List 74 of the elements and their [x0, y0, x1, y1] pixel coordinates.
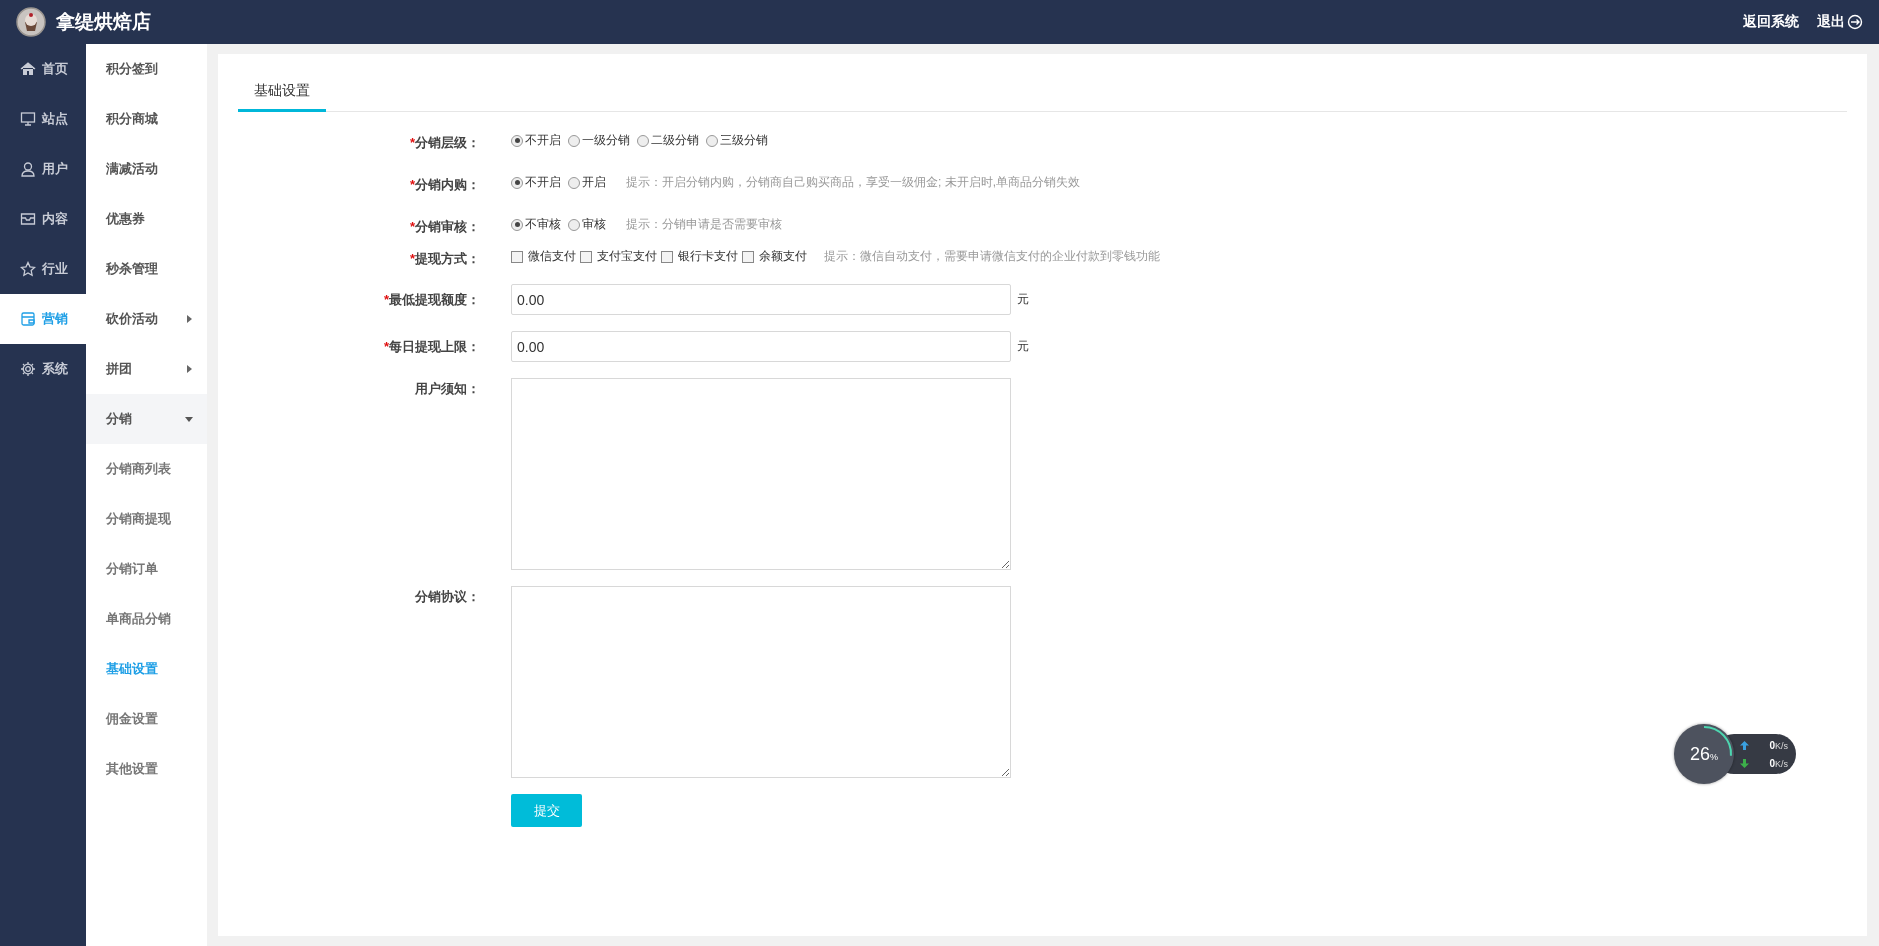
field-label: 分销协议： [415, 589, 480, 604]
main-nav-item[interactable]: 行业 [0, 244, 86, 294]
radio-option[interactable]: 一级分销 [568, 132, 630, 149]
sub-nav-item[interactable]: 满减活动 [86, 144, 207, 194]
sub-nav-item[interactable]: 分销商提现 [86, 494, 207, 544]
radio-option[interactable]: 不开启 [511, 174, 561, 191]
monitor-icon [20, 111, 36, 127]
cupcake-logo-icon [16, 7, 46, 37]
download-speed: 0K/s [1769, 757, 1788, 769]
sub-nav-item[interactable]: 分销订单 [86, 544, 207, 594]
star-icon [20, 261, 36, 277]
gear-icon [20, 361, 36, 377]
required-mark: * [383, 339, 389, 354]
required-mark: * [409, 135, 415, 150]
hint-text: 提示：开启分销内购，分销商自己购买商品，享受一级佣金; 未开启时,单商品分销失效 [626, 174, 1080, 191]
field-label: 分销内购： [415, 177, 480, 192]
main-nav-item[interactable]: 首页 [0, 44, 86, 94]
sub-nav-item[interactable]: 秒杀管理 [86, 244, 207, 294]
checkbox-option[interactable]: 银行卡支付 [661, 248, 738, 265]
upload-arrow-icon [1740, 740, 1749, 750]
sub-nav-item[interactable]: 砍价活动 [86, 294, 207, 344]
hint-text: 提示：分销申请是否需要审核 [626, 216, 782, 233]
text-field[interactable]: 0.00 [511, 284, 1011, 315]
sub-nav-item[interactable]: 分销商列表 [86, 444, 207, 494]
radio-option[interactable]: 审核 [568, 216, 606, 233]
inbox-icon [20, 211, 36, 227]
main-nav-item[interactable]: 系统 [0, 344, 86, 394]
tab[interactable]: 基础设置 [238, 74, 326, 112]
radio-option[interactable]: 不审核 [511, 216, 561, 233]
sub-nav-item[interactable]: 单商品分销 [86, 594, 207, 644]
field-label: 每日提现上限： [389, 339, 480, 354]
sub-nav-item[interactable]: 积分商城 [86, 94, 207, 144]
text-field[interactable]: 0.00 [511, 331, 1011, 362]
required-mark: * [383, 292, 389, 307]
back-link[interactable]: 返回系统 [1743, 13, 1799, 31]
checkbox-option[interactable]: 支付宝支付 [580, 248, 657, 265]
sub-nav-item[interactable]: 佣金设置 [86, 694, 207, 744]
hint-text: 提示：微信自动支付，需要申请微信支付的企业付款到零钱功能 [824, 248, 1160, 265]
checkbox-option[interactable]: 余额支付 [742, 248, 807, 265]
required-mark: * [409, 177, 415, 192]
sub-nav-item[interactable]: 积分签到 [86, 44, 207, 94]
sub-nav-item[interactable]: 分销 [86, 394, 207, 444]
percent-reading: 26% [1689, 743, 1718, 765]
field-label: 提现方式： [415, 251, 480, 266]
home-icon [20, 61, 36, 77]
radio-option[interactable]: 开启 [568, 174, 606, 191]
main-nav-item[interactable]: 用户 [0, 144, 86, 194]
wallet-icon [20, 311, 36, 327]
checkbox-option[interactable]: 微信支付 [511, 248, 576, 265]
radio-option[interactable]: 三级分销 [706, 132, 768, 149]
logout-link[interactable]: 退出 [1817, 13, 1863, 31]
required-mark: * [409, 251, 415, 266]
field-label: 分销审核： [415, 219, 480, 234]
sub-nav-item[interactable]: 优惠券 [86, 194, 207, 244]
field-label: 用户须知： [415, 381, 480, 396]
radio-option[interactable]: 二级分销 [637, 132, 699, 149]
download-arrow-icon [1740, 758, 1749, 768]
main-nav-item[interactable]: 站点 [0, 94, 86, 144]
upload-speed: 0K/s [1769, 739, 1788, 751]
caret-icon[interactable] [185, 364, 193, 374]
user-icon [20, 161, 36, 177]
required-mark: * [409, 219, 415, 234]
radio-option[interactable]: 不开启 [511, 132, 561, 149]
field-label: 分销层级： [415, 135, 480, 150]
sub-nav-item[interactable]: 其他设置 [86, 744, 207, 794]
field-label: 最低提现额度： [389, 292, 480, 307]
main-nav-item[interactable]: 内容 [0, 194, 86, 244]
sub-nav-item[interactable]: 拼团 [86, 344, 207, 394]
caret-icon[interactable] [185, 314, 193, 324]
logout-icon[interactable] [1847, 14, 1863, 30]
store-name: 拿缇烘焙店 [56, 10, 151, 34]
caret-icon[interactable] [185, 414, 193, 424]
unit-label: 元 [1017, 291, 1029, 308]
unit-label: 元 [1017, 338, 1029, 355]
